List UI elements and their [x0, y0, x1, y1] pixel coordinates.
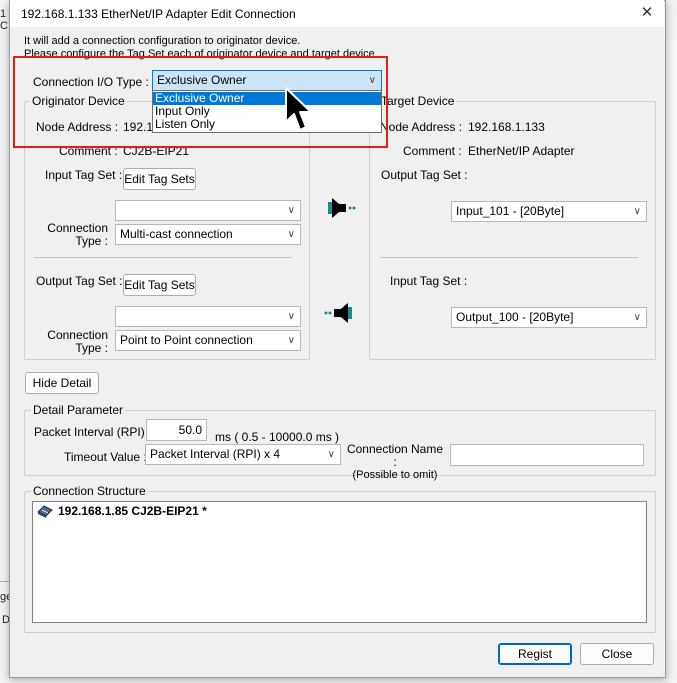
chevron-down-icon: ∨ — [633, 312, 641, 323]
input-tag-set-select[interactable]: ∨ — [115, 200, 301, 221]
target-comment-value: EtherNet/IP Adapter — [468, 144, 575, 158]
output-connection-type-value: Point to Point connection — [120, 333, 253, 347]
mouse-cursor-icon — [285, 87, 312, 131]
input-connection-type-select[interactable]: Multi-cast connection ∨ — [115, 224, 301, 245]
chevron-down-icon: ∨ — [287, 311, 295, 322]
input-connection-type-label-line2: Type : — [75, 234, 108, 248]
target-divider — [380, 257, 638, 258]
plc-device-icon — [37, 505, 53, 518]
output-tag-set-select[interactable]: ∨ — [115, 306, 301, 327]
target-input-tag-set-label: Input Tag Set : — [390, 274, 468, 288]
packet-interval-label: Packet Interval (RPI) : — [34, 425, 152, 439]
target-input-tag-set-select[interactable]: Output_100 - [20Byte] ∨ — [451, 307, 647, 328]
chevron-down-icon: ∨ — [287, 205, 295, 216]
target-node-address-label: Node Address : — [380, 120, 463, 134]
background-text: 1 — [0, 8, 7, 20]
target-node-address-value: 192.168.1.133 — [468, 120, 545, 134]
data-flow-left-arrow-icon — [324, 303, 352, 323]
regist-button[interactable]: Regist — [498, 643, 572, 665]
packet-interval-range: ms ( 0.5 - 10000.0 ms ) — [215, 430, 340, 444]
target-comment-label: Comment : — [403, 144, 462, 158]
timeout-value-label: Timeout Value : — [64, 450, 147, 464]
target-input-tag-set-value: Output_100 - [20Byte] — [456, 310, 574, 324]
hide-detail-button[interactable]: Hide Detail — [25, 372, 99, 394]
target-device-legend: Target Device — [379, 94, 457, 108]
output-connection-type-label-line2: Type : — [75, 341, 108, 355]
chevron-down-icon: ∨ — [287, 335, 295, 346]
timeout-value-value: Packet Interval (RPI) x 4 — [150, 447, 281, 461]
data-flow-right-arrow-icon — [328, 198, 356, 218]
connection-structure-tree[interactable] — [32, 501, 647, 623]
highlight-annotation-box — [13, 56, 388, 148]
chevron-down-icon: ∨ — [633, 206, 641, 217]
info-text-1: It will add a connection configuration t… — [24, 35, 301, 47]
output-tag-set-label: Output Tag Set : — [36, 274, 123, 288]
input-connection-type-label: Connection Type : — [40, 222, 108, 248]
timeout-value-select[interactable]: Packet Interval (RPI) x 4 ∨ — [145, 444, 341, 465]
background-text: C — [0, 20, 8, 32]
close-icon[interactable]: ✕ — [636, 3, 658, 23]
input-edit-tag-sets-button[interactable]: Edit Tag Sets — [123, 168, 196, 190]
target-output-tag-set-select[interactable]: Input_101 - [20Byte] ∨ — [451, 201, 647, 222]
connection-name-input[interactable] — [450, 444, 644, 466]
input-tag-set-label: Input Tag Set : — [45, 168, 123, 182]
close-button[interactable]: Close — [580, 643, 654, 665]
dialog-title: 192.168.1.133 EtherNet/IP Adapter Edit C… — [21, 7, 296, 21]
connection-name-label-line2: (Possible to omit) — [352, 469, 438, 481]
chevron-down-icon: ∨ — [327, 449, 335, 460]
input-connection-type-value: Multi-cast connection — [120, 227, 233, 241]
connection-structure-legend: Connection Structure — [31, 484, 148, 498]
output-connection-type-select[interactable]: Point to Point connection ∨ — [115, 330, 301, 351]
detail-parameter-group — [24, 410, 656, 476]
target-output-tag-set-label: Output Tag Set : — [381, 168, 468, 182]
output-edit-tag-sets-button[interactable]: Edit Tag Sets — [123, 274, 196, 296]
chevron-down-icon: ∨ — [287, 229, 295, 240]
originator-divider — [34, 257, 292, 258]
connection-name-label: Connection Name : (Possible to omit) — [345, 443, 445, 482]
connection-name-label-line1: Connection Name : — [346, 442, 444, 469]
output-connection-type-label: Connection Type : — [40, 329, 108, 355]
target-output-tag-set-value: Input_101 - [20Byte] — [456, 204, 565, 218]
packet-interval-input[interactable]: 50.0 — [146, 419, 207, 441]
connection-structure-entry[interactable]: 192.168.1.85 CJ2B-EIP21 * — [58, 504, 207, 518]
detail-parameter-legend: Detail Parameter — [31, 403, 126, 417]
